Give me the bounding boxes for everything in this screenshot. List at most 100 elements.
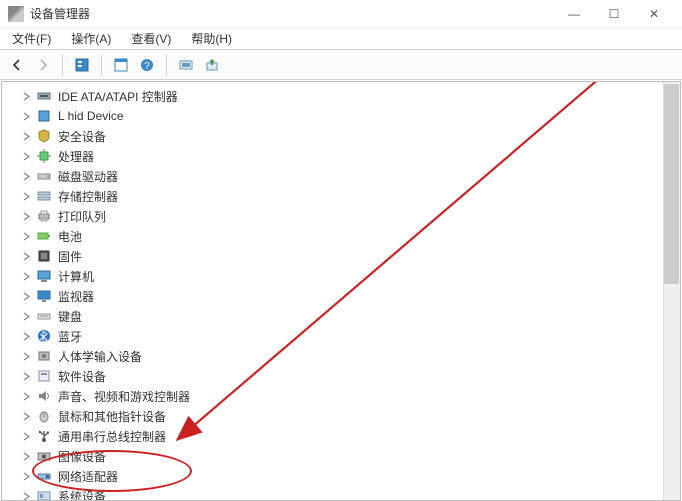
- monitor-icon: [36, 288, 52, 304]
- menu-bar: 文件(F) 操作(A) 查看(V) 帮助(H): [0, 28, 682, 50]
- tree-node-label: 存储控制器: [58, 188, 118, 205]
- tree-node-label: 鼠标和其他指针设备: [58, 408, 166, 425]
- tree-node-label: 打印队列: [58, 208, 106, 225]
- tree-node-system-device[interactable]: 系统设备: [2, 486, 680, 501]
- window-title: 设备管理器: [30, 5, 90, 22]
- expand-toggle[interactable]: [20, 450, 32, 462]
- back-button[interactable]: [6, 54, 28, 76]
- title-bar: 设备管理器 — ☐ ✕: [0, 0, 682, 28]
- tree-node-disk-drive[interactable]: 磁盘驱动器: [2, 166, 680, 186]
- tree-node-label: 处理器: [58, 148, 94, 165]
- properties-button[interactable]: [110, 54, 132, 76]
- expand-toggle[interactable]: [20, 290, 32, 302]
- tree-node-hid[interactable]: 人体学输入设备: [2, 346, 680, 366]
- usb-controller-icon: [36, 428, 52, 444]
- tree-node-firmware[interactable]: 固件: [2, 246, 680, 266]
- tree-node-battery[interactable]: 电池: [2, 226, 680, 246]
- scan-button[interactable]: [175, 54, 197, 76]
- system-device-icon: [36, 488, 52, 501]
- close-button[interactable]: ✕: [634, 0, 674, 28]
- tree-node-label: L hid Device: [58, 109, 124, 123]
- tree-node-print-queue[interactable]: 打印队列: [2, 206, 680, 226]
- tree-node-sound-controller[interactable]: 声音、视频和游戏控制器: [2, 386, 680, 406]
- update-driver-button[interactable]: [201, 54, 223, 76]
- expand-toggle[interactable]: [20, 430, 32, 442]
- tree-node-label: 系统设备: [58, 488, 106, 501]
- tree-node-usb-controller[interactable]: 通用串行总线控制器: [2, 426, 680, 446]
- tree-node-software-device[interactable]: 软件设备: [2, 366, 680, 386]
- keyboard-icon: [36, 308, 52, 324]
- tree-node-ide-controller[interactable]: IDE ATA/ATAPI 控制器: [2, 86, 680, 106]
- expand-toggle[interactable]: [20, 270, 32, 282]
- tree-node-mouse[interactable]: 鼠标和其他指针设备: [2, 406, 680, 426]
- processor-icon: [36, 148, 52, 164]
- tree-node-label: 电池: [58, 228, 82, 245]
- device-tree-container: IDE ATA/ATAPI 控制器 L hid Device 安全设备处理器磁盘驱动…: [1, 81, 681, 501]
- help-button[interactable]: ?: [136, 54, 158, 76]
- tree-node-label: 网络适配器: [58, 468, 118, 485]
- expand-toggle[interactable]: [20, 250, 32, 262]
- tree-node-keyboard[interactable]: 键盘: [2, 306, 680, 326]
- battery-icon: [36, 228, 52, 244]
- expand-toggle[interactable]: [20, 370, 32, 382]
- tree-node-label: 蓝牙: [58, 328, 82, 345]
- expand-toggle[interactable]: [20, 110, 32, 122]
- expand-toggle[interactable]: [20, 130, 32, 142]
- menu-view[interactable]: 查看(V): [125, 28, 177, 49]
- network-adapter-icon: [36, 468, 52, 484]
- disk-drive-icon: [36, 168, 52, 184]
- tree-node-computer[interactable]: 计算机: [2, 266, 680, 286]
- maximize-button[interactable]: ☐: [594, 0, 634, 28]
- tree-node-monitor[interactable]: 监视器: [2, 286, 680, 306]
- scrollbar-thumb[interactable]: [664, 84, 679, 284]
- tree-node-hid-device[interactable]: L hid Device: [2, 106, 680, 126]
- minimize-button[interactable]: —: [554, 0, 594, 28]
- bluetooth-icon: [36, 328, 52, 344]
- firmware-icon: [36, 248, 52, 264]
- expand-toggle[interactable]: [20, 170, 32, 182]
- menu-file[interactable]: 文件(F): [6, 28, 57, 49]
- tree-node-label: 磁盘驱动器: [58, 168, 118, 185]
- tree-node-label: 安全设备: [58, 128, 106, 145]
- expand-toggle[interactable]: [20, 410, 32, 422]
- expand-toggle[interactable]: [20, 350, 32, 362]
- expand-toggle[interactable]: [20, 210, 32, 222]
- tree-node-label: IDE ATA/ATAPI 控制器: [58, 88, 178, 105]
- tree-node-bluetooth[interactable]: 蓝牙: [2, 326, 680, 346]
- expand-toggle[interactable]: [20, 190, 32, 202]
- tree-node-storage-controller[interactable]: 存储控制器: [2, 186, 680, 206]
- mouse-icon: [36, 408, 52, 424]
- tree-node-imaging-device[interactable]: 图像设备: [2, 446, 680, 466]
- hid-icon: [36, 348, 52, 364]
- security-device-icon: [36, 128, 52, 144]
- storage-controller-icon: [36, 188, 52, 204]
- forward-button[interactable]: [32, 54, 54, 76]
- expand-toggle[interactable]: [20, 90, 32, 102]
- toolbar-separator: [101, 55, 102, 75]
- expand-toggle[interactable]: [20, 490, 32, 501]
- menu-action[interactable]: 操作(A): [65, 28, 117, 49]
- expand-toggle[interactable]: [20, 230, 32, 242]
- sound-controller-icon: [36, 388, 52, 404]
- toolbar: ?: [0, 50, 682, 80]
- expand-toggle[interactable]: [20, 310, 32, 322]
- tree-node-security-device[interactable]: 安全设备: [2, 126, 680, 146]
- print-queue-icon: [36, 208, 52, 224]
- device-tree[interactable]: IDE ATA/ATAPI 控制器 L hid Device 安全设备处理器磁盘驱动…: [2, 82, 680, 501]
- scrollbar-track[interactable]: [663, 82, 680, 500]
- menu-help[interactable]: 帮助(H): [185, 28, 238, 49]
- tree-node-processor[interactable]: 处理器: [2, 146, 680, 166]
- tree-node-label: 计算机: [58, 268, 94, 285]
- ide-controller-icon: [36, 88, 52, 104]
- tree-node-label: 声音、视频和游戏控制器: [58, 388, 190, 405]
- computer-icon: [36, 268, 52, 284]
- expand-toggle[interactable]: [20, 470, 32, 482]
- app-icon: [8, 6, 24, 22]
- expand-toggle[interactable]: [20, 390, 32, 402]
- show-tree-button[interactable]: [71, 54, 93, 76]
- software-device-icon: [36, 368, 52, 384]
- tree-node-network-adapter[interactable]: 网络适配器: [2, 466, 680, 486]
- expand-toggle[interactable]: [20, 330, 32, 342]
- expand-toggle[interactable]: [20, 150, 32, 162]
- tree-node-label: 图像设备: [58, 448, 106, 465]
